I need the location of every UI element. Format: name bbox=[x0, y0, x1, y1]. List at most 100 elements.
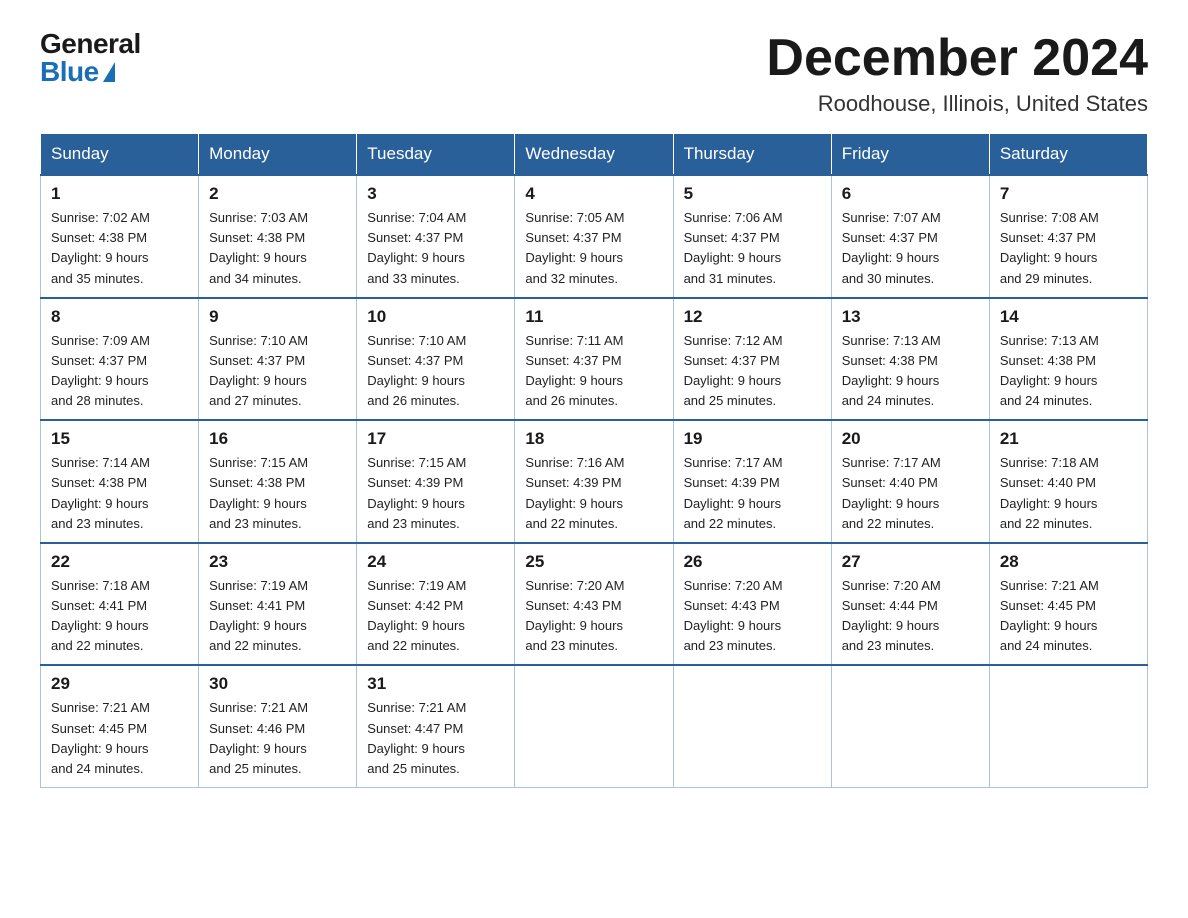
calendar-cell bbox=[989, 665, 1147, 787]
calendar-cell: 14 Sunrise: 7:13 AMSunset: 4:38 PMDaylig… bbox=[989, 298, 1147, 421]
title-block: December 2024 Roodhouse, Illinois, Unite… bbox=[766, 30, 1148, 117]
calendar-header-row: Sunday Monday Tuesday Wednesday Thursday… bbox=[41, 134, 1148, 176]
day-info: Sunrise: 7:20 AMSunset: 4:43 PMDaylight:… bbox=[684, 578, 783, 653]
day-info: Sunrise: 7:20 AMSunset: 4:44 PMDaylight:… bbox=[842, 578, 941, 653]
col-header-sunday: Sunday bbox=[41, 134, 199, 176]
calendar-cell: 29 Sunrise: 7:21 AMSunset: 4:45 PMDaylig… bbox=[41, 665, 199, 787]
calendar-cell: 27 Sunrise: 7:20 AMSunset: 4:44 PMDaylig… bbox=[831, 543, 989, 666]
day-info: Sunrise: 7:03 AMSunset: 4:38 PMDaylight:… bbox=[209, 210, 308, 285]
page-header: General Blue December 2024 Roodhouse, Il… bbox=[40, 30, 1148, 117]
day-number: 20 bbox=[842, 429, 979, 449]
col-header-thursday: Thursday bbox=[673, 134, 831, 176]
day-info: Sunrise: 7:11 AMSunset: 4:37 PMDaylight:… bbox=[525, 333, 623, 408]
calendar-cell: 8 Sunrise: 7:09 AMSunset: 4:37 PMDayligh… bbox=[41, 298, 199, 421]
calendar-cell bbox=[831, 665, 989, 787]
day-info: Sunrise: 7:19 AMSunset: 4:41 PMDaylight:… bbox=[209, 578, 308, 653]
day-number: 8 bbox=[51, 307, 188, 327]
day-number: 1 bbox=[51, 184, 188, 204]
col-header-saturday: Saturday bbox=[989, 134, 1147, 176]
col-header-wednesday: Wednesday bbox=[515, 134, 673, 176]
day-info: Sunrise: 7:15 AMSunset: 4:39 PMDaylight:… bbox=[367, 455, 466, 530]
day-number: 19 bbox=[684, 429, 821, 449]
day-number: 2 bbox=[209, 184, 346, 204]
calendar-cell: 6 Sunrise: 7:07 AMSunset: 4:37 PMDayligh… bbox=[831, 175, 989, 298]
logo-triangle-icon bbox=[103, 62, 115, 82]
day-info: Sunrise: 7:13 AMSunset: 4:38 PMDaylight:… bbox=[1000, 333, 1099, 408]
day-info: Sunrise: 7:14 AMSunset: 4:38 PMDaylight:… bbox=[51, 455, 150, 530]
day-info: Sunrise: 7:19 AMSunset: 4:42 PMDaylight:… bbox=[367, 578, 466, 653]
day-number: 28 bbox=[1000, 552, 1137, 572]
day-number: 29 bbox=[51, 674, 188, 694]
calendar-cell: 5 Sunrise: 7:06 AMSunset: 4:37 PMDayligh… bbox=[673, 175, 831, 298]
day-number: 6 bbox=[842, 184, 979, 204]
day-info: Sunrise: 7:05 AMSunset: 4:37 PMDaylight:… bbox=[525, 210, 624, 285]
day-number: 25 bbox=[525, 552, 662, 572]
day-number: 16 bbox=[209, 429, 346, 449]
calendar-cell: 2 Sunrise: 7:03 AMSunset: 4:38 PMDayligh… bbox=[199, 175, 357, 298]
day-number: 27 bbox=[842, 552, 979, 572]
day-info: Sunrise: 7:09 AMSunset: 4:37 PMDaylight:… bbox=[51, 333, 150, 408]
calendar-cell: 17 Sunrise: 7:15 AMSunset: 4:39 PMDaylig… bbox=[357, 420, 515, 543]
day-info: Sunrise: 7:18 AMSunset: 4:40 PMDaylight:… bbox=[1000, 455, 1099, 530]
day-number: 10 bbox=[367, 307, 504, 327]
week-row-5: 29 Sunrise: 7:21 AMSunset: 4:45 PMDaylig… bbox=[41, 665, 1148, 787]
calendar-cell: 4 Sunrise: 7:05 AMSunset: 4:37 PMDayligh… bbox=[515, 175, 673, 298]
day-number: 26 bbox=[684, 552, 821, 572]
day-number: 18 bbox=[525, 429, 662, 449]
calendar-cell: 20 Sunrise: 7:17 AMSunset: 4:40 PMDaylig… bbox=[831, 420, 989, 543]
day-number: 24 bbox=[367, 552, 504, 572]
day-info: Sunrise: 7:21 AMSunset: 4:45 PMDaylight:… bbox=[1000, 578, 1099, 653]
logo-blue-text: Blue bbox=[40, 58, 141, 86]
calendar-cell: 10 Sunrise: 7:10 AMSunset: 4:37 PMDaylig… bbox=[357, 298, 515, 421]
calendar-cell: 16 Sunrise: 7:15 AMSunset: 4:38 PMDaylig… bbox=[199, 420, 357, 543]
day-info: Sunrise: 7:16 AMSunset: 4:39 PMDaylight:… bbox=[525, 455, 624, 530]
month-year-title: December 2024 bbox=[766, 30, 1148, 87]
calendar-cell: 26 Sunrise: 7:20 AMSunset: 4:43 PMDaylig… bbox=[673, 543, 831, 666]
day-number: 14 bbox=[1000, 307, 1137, 327]
calendar-cell: 1 Sunrise: 7:02 AMSunset: 4:38 PMDayligh… bbox=[41, 175, 199, 298]
location-subtitle: Roodhouse, Illinois, United States bbox=[766, 91, 1148, 117]
day-number: 22 bbox=[51, 552, 188, 572]
calendar-table: Sunday Monday Tuesday Wednesday Thursday… bbox=[40, 133, 1148, 788]
day-number: 7 bbox=[1000, 184, 1137, 204]
day-info: Sunrise: 7:10 AMSunset: 4:37 PMDaylight:… bbox=[209, 333, 308, 408]
day-number: 12 bbox=[684, 307, 821, 327]
calendar-cell: 21 Sunrise: 7:18 AMSunset: 4:40 PMDaylig… bbox=[989, 420, 1147, 543]
calendar-cell: 28 Sunrise: 7:21 AMSunset: 4:45 PMDaylig… bbox=[989, 543, 1147, 666]
day-info: Sunrise: 7:21 AMSunset: 4:45 PMDaylight:… bbox=[51, 700, 150, 775]
day-number: 5 bbox=[684, 184, 821, 204]
calendar-cell bbox=[515, 665, 673, 787]
day-number: 17 bbox=[367, 429, 504, 449]
calendar-cell: 22 Sunrise: 7:18 AMSunset: 4:41 PMDaylig… bbox=[41, 543, 199, 666]
day-info: Sunrise: 7:10 AMSunset: 4:37 PMDaylight:… bbox=[367, 333, 466, 408]
calendar-cell: 7 Sunrise: 7:08 AMSunset: 4:37 PMDayligh… bbox=[989, 175, 1147, 298]
day-info: Sunrise: 7:12 AMSunset: 4:37 PMDaylight:… bbox=[684, 333, 783, 408]
day-info: Sunrise: 7:08 AMSunset: 4:37 PMDaylight:… bbox=[1000, 210, 1099, 285]
day-info: Sunrise: 7:15 AMSunset: 4:38 PMDaylight:… bbox=[209, 455, 308, 530]
day-number: 30 bbox=[209, 674, 346, 694]
week-row-4: 22 Sunrise: 7:18 AMSunset: 4:41 PMDaylig… bbox=[41, 543, 1148, 666]
day-info: Sunrise: 7:07 AMSunset: 4:37 PMDaylight:… bbox=[842, 210, 941, 285]
calendar-cell: 15 Sunrise: 7:14 AMSunset: 4:38 PMDaylig… bbox=[41, 420, 199, 543]
col-header-tuesday: Tuesday bbox=[357, 134, 515, 176]
day-number: 3 bbox=[367, 184, 504, 204]
day-info: Sunrise: 7:04 AMSunset: 4:37 PMDaylight:… bbox=[367, 210, 466, 285]
day-info: Sunrise: 7:18 AMSunset: 4:41 PMDaylight:… bbox=[51, 578, 150, 653]
day-info: Sunrise: 7:06 AMSunset: 4:37 PMDaylight:… bbox=[684, 210, 783, 285]
col-header-monday: Monday bbox=[199, 134, 357, 176]
day-number: 31 bbox=[367, 674, 504, 694]
day-info: Sunrise: 7:21 AMSunset: 4:46 PMDaylight:… bbox=[209, 700, 308, 775]
calendar-cell: 19 Sunrise: 7:17 AMSunset: 4:39 PMDaylig… bbox=[673, 420, 831, 543]
col-header-friday: Friday bbox=[831, 134, 989, 176]
calendar-cell: 9 Sunrise: 7:10 AMSunset: 4:37 PMDayligh… bbox=[199, 298, 357, 421]
week-row-1: 1 Sunrise: 7:02 AMSunset: 4:38 PMDayligh… bbox=[41, 175, 1148, 298]
day-number: 23 bbox=[209, 552, 346, 572]
day-number: 13 bbox=[842, 307, 979, 327]
day-number: 4 bbox=[525, 184, 662, 204]
logo: General Blue bbox=[40, 30, 141, 86]
calendar-cell: 13 Sunrise: 7:13 AMSunset: 4:38 PMDaylig… bbox=[831, 298, 989, 421]
day-number: 11 bbox=[525, 307, 662, 327]
week-row-3: 15 Sunrise: 7:14 AMSunset: 4:38 PMDaylig… bbox=[41, 420, 1148, 543]
day-info: Sunrise: 7:20 AMSunset: 4:43 PMDaylight:… bbox=[525, 578, 624, 653]
calendar-cell bbox=[673, 665, 831, 787]
